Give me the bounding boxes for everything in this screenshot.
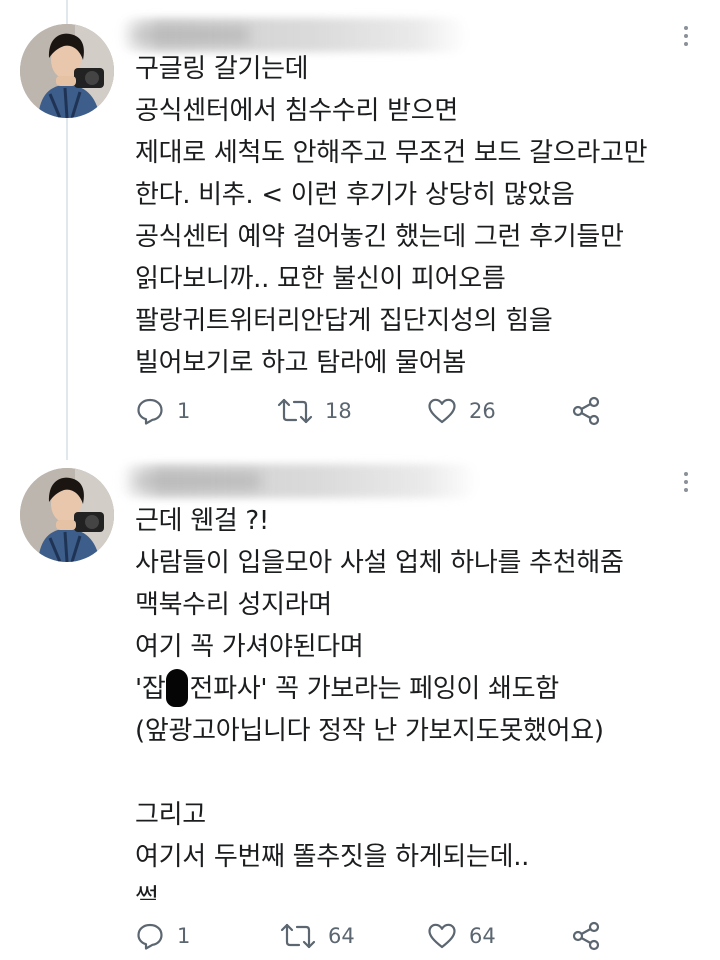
tweet-line-truncated: 썰 bbox=[135, 884, 159, 900]
tweet-1[interactable]: 구글링 갈기는데 공식센터에서 침수수리 받으면 제대로 세척도 안해주고 무조… bbox=[0, 0, 720, 450]
avatar-image bbox=[20, 24, 114, 118]
retweet-button[interactable]: 18 bbox=[277, 394, 352, 428]
tweet-line: (앞광고아닙니다 정작 난 가보지도못했어요) bbox=[135, 716, 604, 746]
tweet-line: 빌어보기로 하고 탐라에 물어봄 bbox=[135, 348, 466, 378]
tweet-line: 여기 꼭 가셔야된다며 bbox=[135, 632, 364, 662]
share-icon bbox=[572, 396, 600, 426]
reply-count: 1 bbox=[177, 399, 191, 423]
reply-count: 1 bbox=[177, 924, 191, 948]
heart-icon bbox=[428, 398, 456, 424]
tweet-line: 공식센터에서 침수수리 받으면 bbox=[135, 96, 458, 126]
share-icon bbox=[572, 921, 600, 951]
blurred-handle bbox=[130, 26, 250, 44]
avatar[interactable] bbox=[20, 24, 114, 118]
tweet-line: 읽다보니까.. 묘한 불신이 피어오름 bbox=[135, 264, 506, 294]
tweet-line: 맥북수리 성지라며 bbox=[135, 590, 332, 620]
reply-icon bbox=[137, 398, 163, 425]
tweet-text: 구글링 갈기는데 공식센터에서 침수수리 받으면 제대로 세척도 안해주고 무조… bbox=[135, 48, 710, 384]
tweet-line: 팔랑귀트위터리안답게 집단지성의 힘을 bbox=[135, 306, 553, 336]
share-button[interactable] bbox=[571, 919, 601, 953]
more-icon[interactable] bbox=[682, 472, 690, 492]
reply-button[interactable]: 1 bbox=[135, 394, 190, 428]
tweet-line: 제대로 세척도 안해주고 무조건 보드 갈으라고만 bbox=[135, 138, 648, 168]
like-count: 26 bbox=[469, 399, 496, 423]
avatar-image bbox=[20, 468, 114, 562]
redaction-mark bbox=[166, 669, 189, 707]
more-icon[interactable] bbox=[682, 26, 690, 46]
blurred-handle bbox=[132, 472, 262, 490]
tweet-line: 한다. 비추. < 이런 후기가 상당히 많았음 bbox=[135, 180, 575, 210]
like-button[interactable]: 64 bbox=[427, 919, 496, 953]
redacted-line-before: '잡 bbox=[135, 674, 166, 704]
tweet-line: 그리고 bbox=[135, 800, 206, 830]
share-button[interactable] bbox=[571, 394, 601, 428]
tweet-actions: 1 64 64 bbox=[135, 919, 615, 953]
tweet-line: 구글링 갈기는데 bbox=[135, 54, 309, 84]
reply-button[interactable]: 1 bbox=[135, 919, 190, 953]
like-count: 64 bbox=[469, 924, 496, 948]
retweet-button[interactable]: 64 bbox=[280, 919, 355, 953]
tweet-actions: 1 18 26 bbox=[135, 394, 615, 428]
retweet-icon bbox=[280, 923, 316, 949]
tweet-text: 근데 웬걸 ?! 사람들이 입을모아 사설 업체 하나를 추천해줌 맥북수리 성… bbox=[135, 500, 710, 900]
avatar[interactable] bbox=[20, 468, 114, 562]
retweet-count: 18 bbox=[325, 399, 352, 423]
retweet-icon bbox=[277, 398, 313, 424]
retweet-count: 64 bbox=[328, 924, 355, 948]
reply-icon bbox=[137, 923, 163, 950]
heart-icon bbox=[428, 923, 456, 949]
tweet-line: 공식센터 예약 걸어놓긴 했는데 그런 후기들만 bbox=[135, 222, 624, 252]
tweet-line: 근데 웬걸 ?! bbox=[135, 506, 270, 536]
redacted-line-after: 전파사' 꼭 가보라는 페잉이 쇄도함 bbox=[189, 674, 559, 704]
tweet-2[interactable]: 근데 웬걸 ?! 사람들이 입을모아 사설 업체 하나를 추천해줌 맥북수리 성… bbox=[0, 450, 720, 960]
tweet-line: 사람들이 입을모아 사설 업체 하나를 추천해줌 bbox=[135, 548, 624, 578]
tweet-line-redacted: '잡 전파사' 꼭 가보라는 페잉이 쇄도함 bbox=[135, 668, 710, 710]
like-button[interactable]: 26 bbox=[427, 394, 496, 428]
tweet-line: 여기서 두번째 똘추짓을 하게되는데.. bbox=[135, 842, 530, 872]
